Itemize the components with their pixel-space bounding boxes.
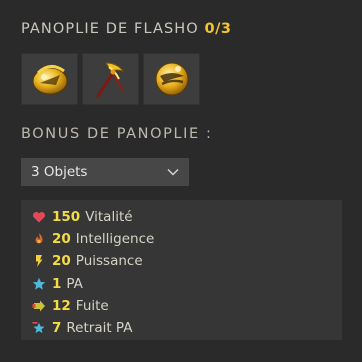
stat-label: Fuite	[75, 297, 109, 314]
golden-ring-icon	[155, 62, 188, 96]
stat-value: 20	[52, 253, 71, 270]
chevron-down-icon	[167, 169, 179, 176]
stat-row-vitality: 150 Vitalité	[32, 206, 342, 228]
stat-row-intelligence: 20 Intelligence	[32, 228, 342, 250]
panoply-bonus-title: BONUS DE PANOPLIE :	[21, 126, 213, 142]
stat-row-strength: 20 Puissance	[32, 250, 342, 272]
golden-amulet-icon	[32, 65, 67, 95]
stat-row-action-points: 1 PA	[32, 273, 342, 295]
stat-row-dodge: 12 Fuite	[32, 295, 342, 317]
item-slot-bow[interactable]	[82, 53, 139, 105]
stat-label: Puissance	[75, 253, 143, 270]
stat-value: 7	[52, 320, 62, 337]
panoply-panel: PANOPLIE DE FLASHO 0/3 BONUS DE PANOPLIE…	[0, 0, 362, 362]
star-icon	[32, 277, 46, 291]
stat-row-ap-reduction: 7 Retrait PA	[32, 317, 342, 339]
stat-label: Retrait PA	[66, 320, 133, 337]
stat-value: 150	[52, 209, 81, 226]
panoply-item-slots	[21, 53, 200, 105]
stat-value: 1	[52, 275, 62, 292]
item-slot-amulet[interactable]	[21, 53, 78, 105]
stat-label: PA	[66, 275, 83, 292]
stat-label: Vitalité	[85, 209, 133, 226]
escape-icon	[32, 299, 46, 313]
golden-bow-icon	[96, 62, 124, 98]
panoply-count: 0/3	[204, 21, 232, 37]
panoply-title-row: PANOPLIE DE FLASHO 0/3	[21, 21, 232, 37]
heart-icon	[32, 210, 46, 224]
lightning-icon	[32, 254, 46, 268]
panoply-title: PANOPLIE DE FLASHO	[21, 21, 199, 37]
star-minus-icon	[32, 321, 46, 335]
items-count-dropdown[interactable]: 3 Objets	[21, 158, 189, 186]
stat-label: Intelligence	[75, 231, 155, 248]
stat-value: 12	[52, 297, 71, 314]
stat-value: 20	[52, 231, 71, 248]
fire-icon	[32, 232, 46, 246]
item-slot-ring[interactable]	[143, 53, 200, 105]
dropdown-selected-value: 3 Objets	[31, 164, 88, 180]
bonus-stats-list: 150 Vitalité 20 Intelligence 20 Puissanc…	[21, 200, 342, 340]
